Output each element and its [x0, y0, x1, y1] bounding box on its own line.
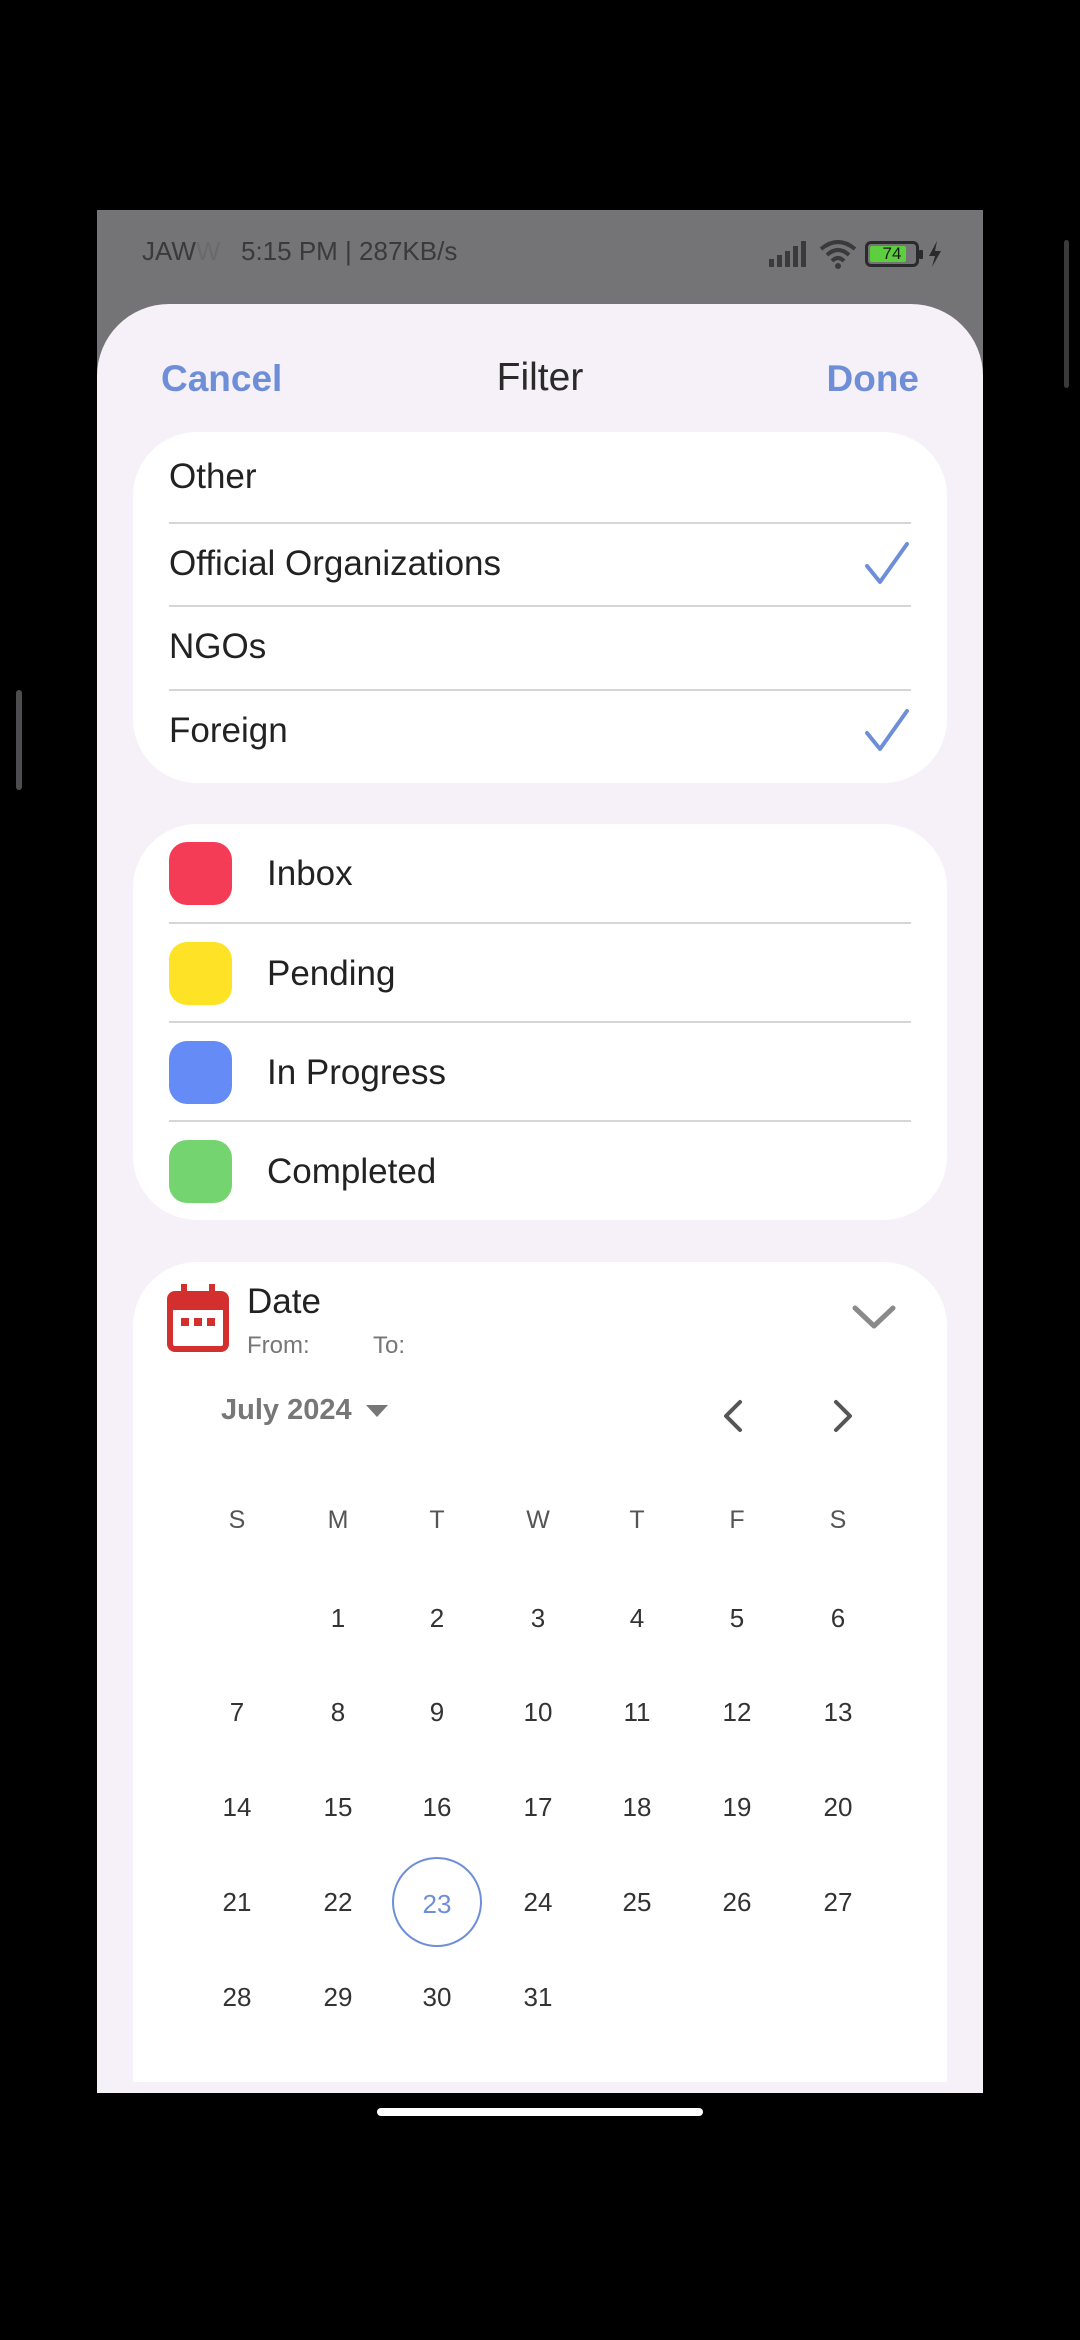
category-row-other[interactable]: Other — [169, 432, 911, 524]
calendar-day[interactable]: 31 — [493, 1952, 583, 2042]
calendar-day[interactable]: 20 — [793, 1762, 883, 1852]
wifi-icon — [819, 240, 857, 269]
home-indicator[interactable] — [377, 2108, 703, 2116]
status-color-swatch — [169, 1041, 232, 1104]
calendar-day[interactable]: 12 — [692, 1667, 782, 1757]
category-row-foreign[interactable]: Foreign — [169, 691, 911, 783]
calendar-day[interactable]: 19 — [692, 1762, 782, 1852]
status-color-swatch — [169, 1140, 232, 1203]
calendar-day[interactable]: 15 — [293, 1762, 383, 1852]
weekday-header: S — [829, 1506, 847, 1534]
filter-sheet: Cancel Filter Done Other Official Organi… — [97, 304, 983, 2093]
calendar-day[interactable]: 16 — [392, 1762, 482, 1852]
status-time: 5:15 PM | 287KB/s — [241, 236, 458, 266]
category-label: NGOs — [169, 627, 267, 666]
status-list: Inbox Pending In Progress Completed — [133, 824, 947, 1220]
status-row-pending[interactable]: Pending — [169, 924, 911, 1023]
done-button[interactable]: Done — [827, 358, 920, 400]
dropdown-arrow-icon — [365, 1404, 388, 1417]
calendar-day[interactable]: 27 — [793, 1857, 883, 1947]
status-label: Pending — [267, 954, 396, 993]
phone-screen: JAWW 5:15 PM | 287KB/s 74 Cancel Filter … — [97, 210, 983, 2093]
chevron-down-icon[interactable] — [851, 1302, 897, 1332]
status-label: Completed — [267, 1152, 437, 1191]
calendar-day[interactable]: 3 — [493, 1573, 583, 1663]
calendar-day[interactable]: 26 — [692, 1857, 782, 1947]
status-row-inbox[interactable]: Inbox — [169, 824, 911, 924]
status-label: In Progress — [267, 1053, 446, 1092]
calendar-day[interactable]: 4 — [592, 1573, 682, 1663]
calendar-day[interactable]: 28 — [192, 1952, 282, 2042]
calendar-day[interactable]: 14 — [192, 1762, 282, 1852]
next-month-button[interactable] — [821, 1396, 861, 1436]
category-row-official-organizations[interactable]: Official Organizations — [169, 524, 911, 607]
month-picker-button[interactable]: July 2024 — [221, 1394, 388, 1427]
weekday-header: S — [228, 1506, 246, 1534]
status-row-completed[interactable]: Completed — [169, 1122, 911, 1220]
battery-icon: 74 — [865, 241, 923, 267]
category-label: Foreign — [169, 711, 288, 750]
date-label: Date — [247, 1282, 321, 1321]
calendar-day[interactable]: 22 — [293, 1857, 383, 1947]
signal-icon — [769, 241, 806, 267]
weekday-header: F — [729, 1506, 745, 1534]
carrier-name: JAWW — [142, 236, 221, 266]
calendar-day[interactable]: 21 — [192, 1857, 282, 1947]
date-filter-card: Date From: To: July 2024 SMTWTFS12345678… — [133, 1262, 947, 2082]
date-to-label[interactable]: To: — [373, 1332, 405, 1360]
category-list: Other Official Organizations NGOs Foreig… — [133, 432, 947, 783]
battery-level: 74 — [882, 244, 902, 263]
calendar-day[interactable]: 25 — [592, 1857, 682, 1947]
checkmark-icon — [865, 542, 909, 584]
category-row-ngos[interactable]: NGOs — [169, 607, 911, 691]
checkmark-icon — [865, 709, 909, 751]
scrollbar[interactable] — [1064, 240, 1069, 388]
weekday-header: M — [327, 1506, 349, 1534]
calendar-icon — [167, 1284, 229, 1352]
previous-month-button[interactable] — [715, 1396, 755, 1436]
date-from-label[interactable]: From: — [247, 1332, 310, 1360]
calendar-day[interactable]: 18 — [592, 1762, 682, 1852]
category-label: Other — [169, 457, 257, 496]
calendar-day[interactable]: 11 — [592, 1667, 682, 1757]
calendar-day[interactable]: 7 — [192, 1667, 282, 1757]
calendar-day[interactable]: 5 — [692, 1573, 782, 1663]
calendar-day[interactable]: 17 — [493, 1762, 583, 1852]
weekday-header: T — [429, 1506, 445, 1534]
calendar-day[interactable]: 8 — [293, 1667, 383, 1757]
calendar-day[interactable]: 9 — [392, 1667, 482, 1757]
weekday-header: W — [526, 1506, 550, 1534]
calendar-day[interactable]: 24 — [493, 1857, 583, 1947]
calendar-day[interactable]: 10 — [493, 1667, 583, 1757]
status-row-in-progress[interactable]: In Progress — [169, 1023, 911, 1122]
calendar-day-today[interactable]: 23 — [392, 1857, 482, 1947]
left-edge-indicator — [16, 690, 22, 790]
calendar-day[interactable]: 1 — [293, 1573, 383, 1663]
calendar-day[interactable]: 2 — [392, 1573, 482, 1663]
calendar-day[interactable]: 13 — [793, 1667, 883, 1757]
calendar-day[interactable]: 30 — [392, 1952, 482, 2042]
status-color-swatch — [169, 842, 232, 905]
status-color-swatch — [169, 942, 232, 1005]
calendar-day[interactable]: 29 — [293, 1952, 383, 2042]
status-bar: JAWW 5:15 PM | 287KB/s 74 — [97, 210, 983, 300]
weekday-header: T — [629, 1506, 645, 1534]
calendar-day[interactable]: 6 — [793, 1573, 883, 1663]
category-label: Official Organizations — [169, 544, 502, 583]
status-label: Inbox — [267, 854, 353, 893]
charging-icon — [929, 241, 941, 267]
month-label: July 2024 — [221, 1394, 352, 1426]
